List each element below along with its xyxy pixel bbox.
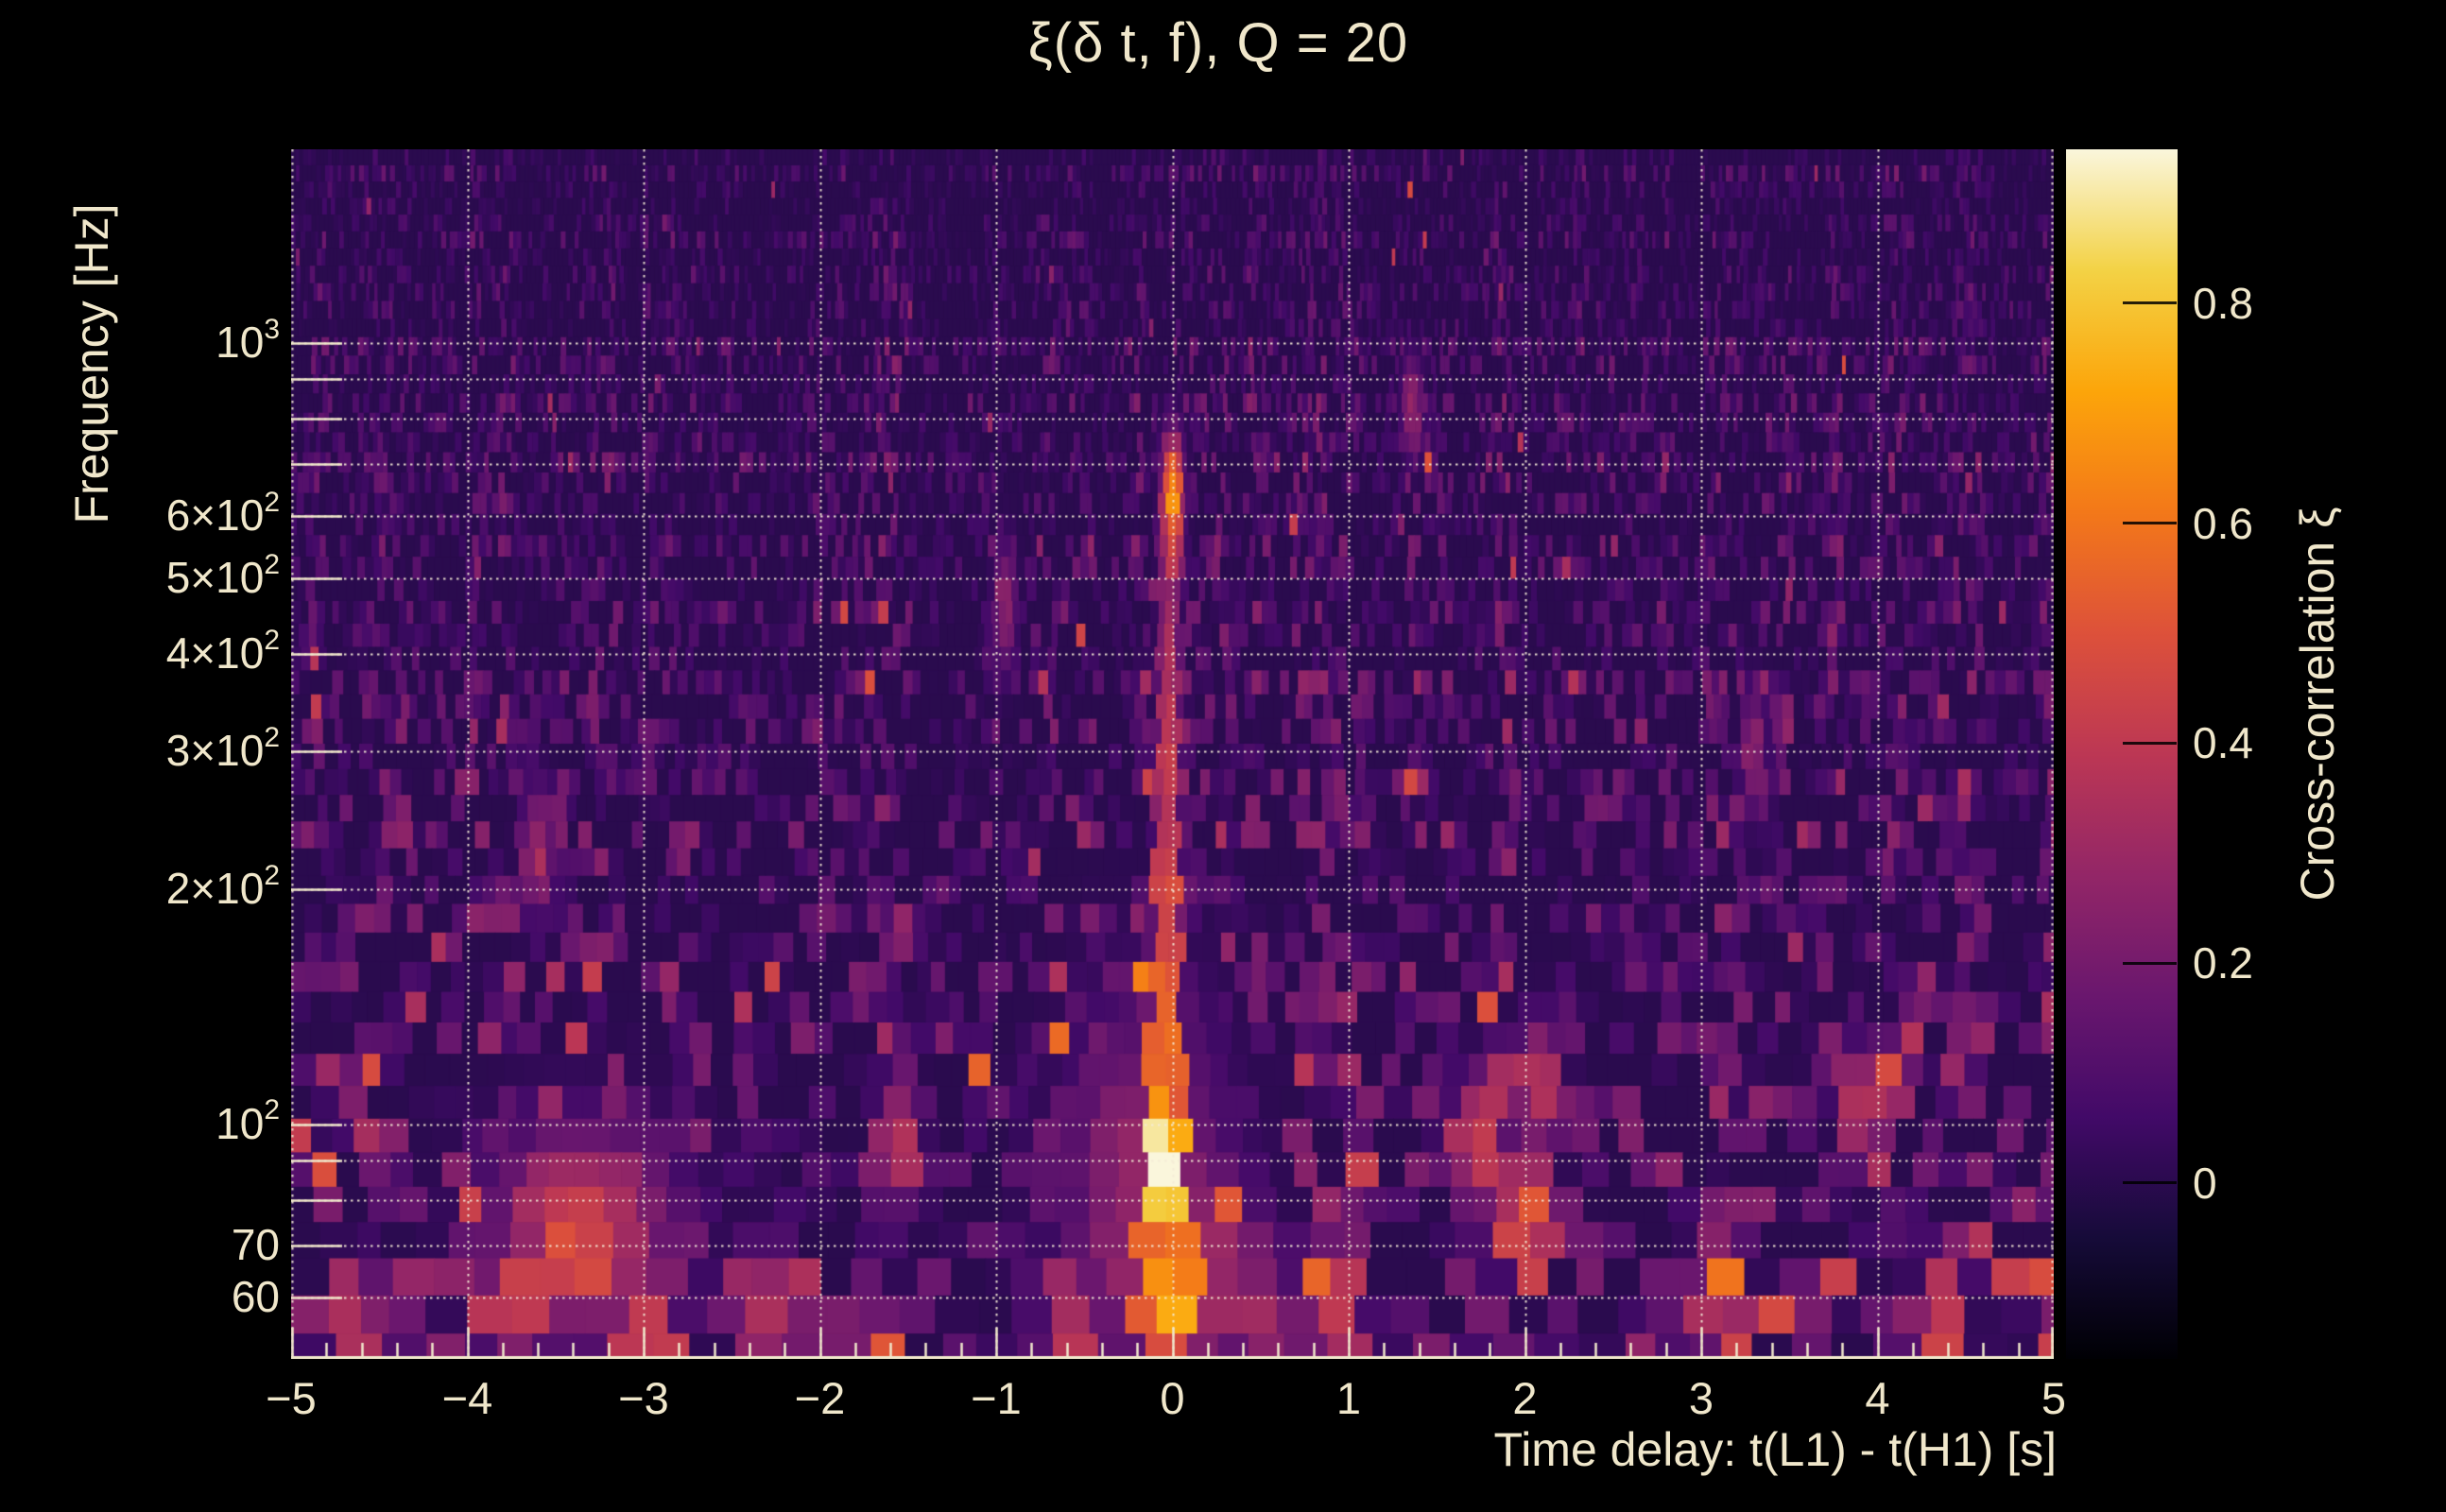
y-axis-title: Frequency [Hz]	[64, 203, 119, 524]
y-tick-label: 6×102	[166, 490, 280, 541]
colorbar-tick	[2123, 742, 2177, 745]
colorbar-tick-label: 0.6	[2193, 498, 2253, 549]
x-tick-label: 4	[1865, 1372, 1889, 1424]
y-tick-label: 60	[232, 1271, 280, 1322]
colorbar-tick-label: 0.4	[2193, 717, 2253, 768]
x-tick-label: −2	[795, 1372, 846, 1424]
y-tick-label: 2×102	[166, 863, 280, 914]
colorbar-tick	[2123, 522, 2177, 524]
colorbar-tick	[2123, 301, 2177, 304]
x-axis-title: Time delay: t(L1) - t(H1) [s]	[1494, 1422, 2057, 1477]
x-tick-label: −3	[618, 1372, 669, 1424]
colorbar-tick-label: 0.8	[2193, 278, 2253, 329]
figure: ξ(δ t, f), Q = 20 Frequency [Hz] Time de…	[0, 0, 2446, 1512]
colorbar-tick-label: 0	[2193, 1158, 2217, 1209]
y-tick-label: 5×102	[166, 552, 280, 603]
chart-title: ξ(δ t, f), Q = 20	[293, 11, 2144, 75]
x-tick-label: −1	[971, 1372, 1022, 1424]
y-tick-label: 70	[232, 1219, 280, 1270]
x-tick-label: 5	[2041, 1372, 2066, 1424]
x-tick-label: 0	[1160, 1372, 1184, 1424]
colorbar-tick	[2123, 962, 2177, 965]
spectrogram-canvas	[291, 149, 2054, 1359]
x-tick-label: −4	[442, 1372, 493, 1424]
colorbar-title: Cross-correlation ξ	[2290, 507, 2345, 902]
colorbar-gradient	[2066, 149, 2178, 1359]
y-tick-label: 3×102	[166, 725, 280, 776]
y-tick-label: 4×102	[166, 627, 280, 679]
y-tick-label: 102	[215, 1098, 280, 1149]
x-tick-label: 2	[1512, 1372, 1537, 1424]
y-tick-label: 103	[215, 317, 280, 368]
x-tick-label: −5	[266, 1372, 317, 1424]
x-tick-label: 1	[1336, 1372, 1361, 1424]
colorbar-tick	[2123, 1181, 2177, 1184]
colorbar-tick-label: 0.2	[2193, 937, 2253, 988]
x-tick-label: 3	[1689, 1372, 1714, 1424]
